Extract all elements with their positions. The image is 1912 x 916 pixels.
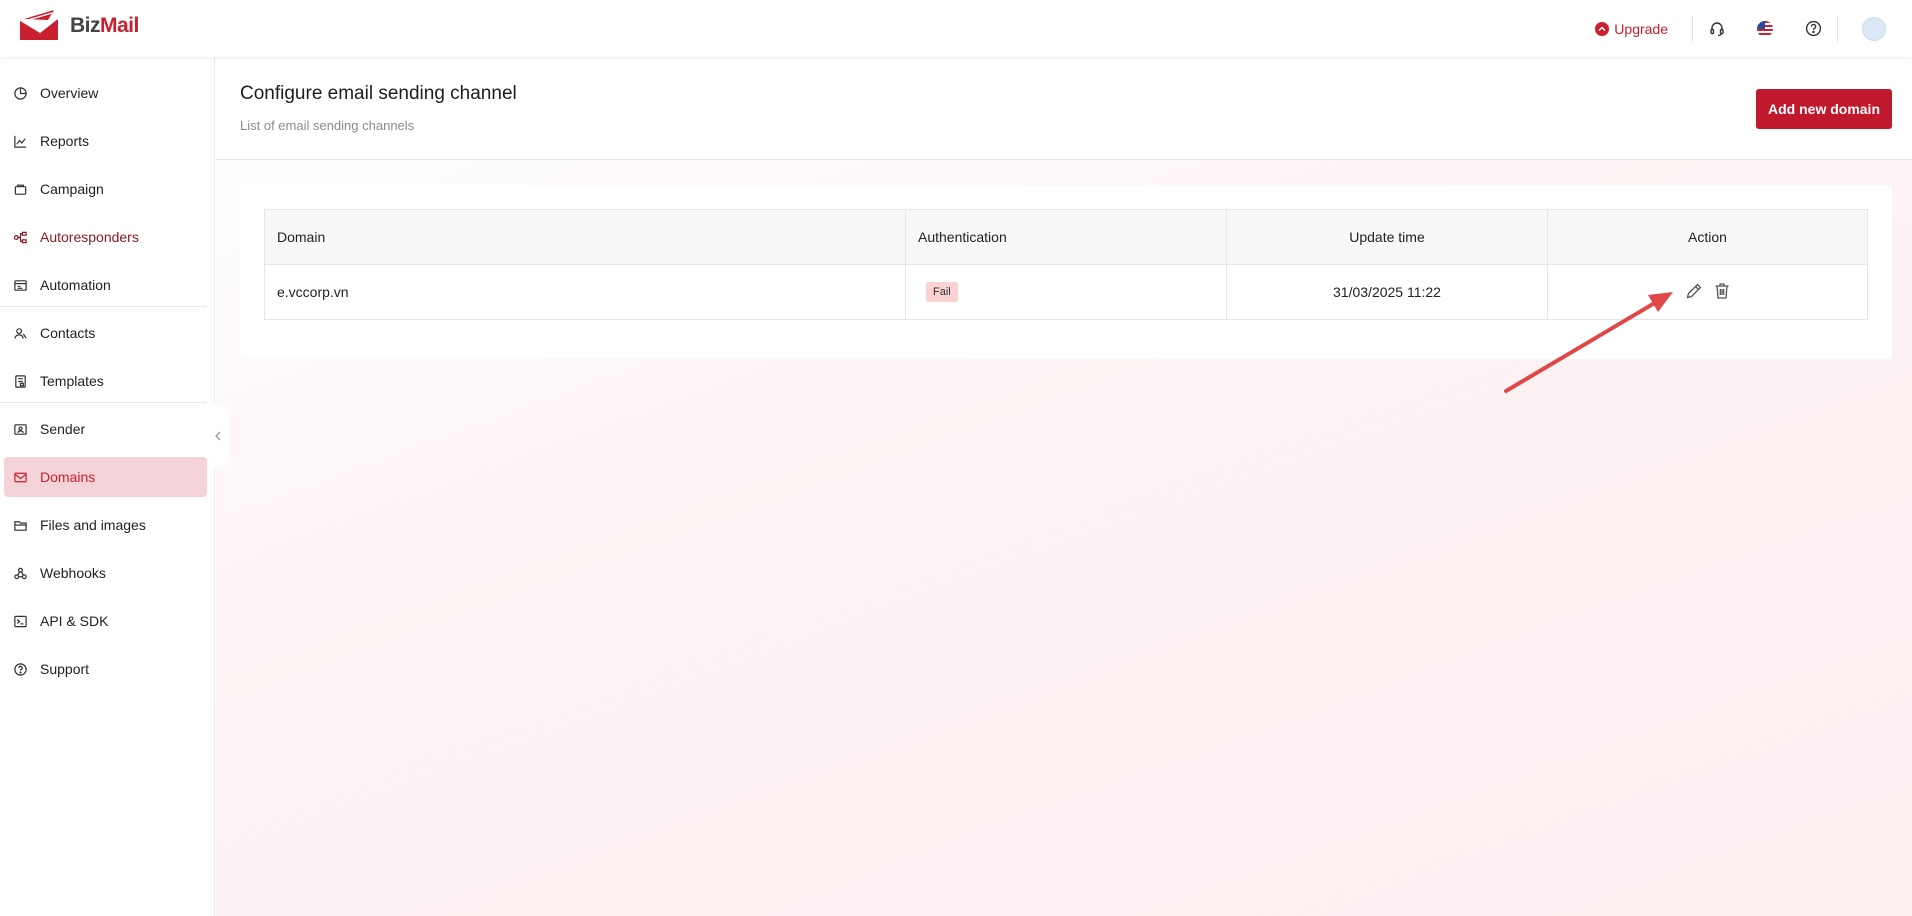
annotation-arrow-icon [1504,292,1673,393]
